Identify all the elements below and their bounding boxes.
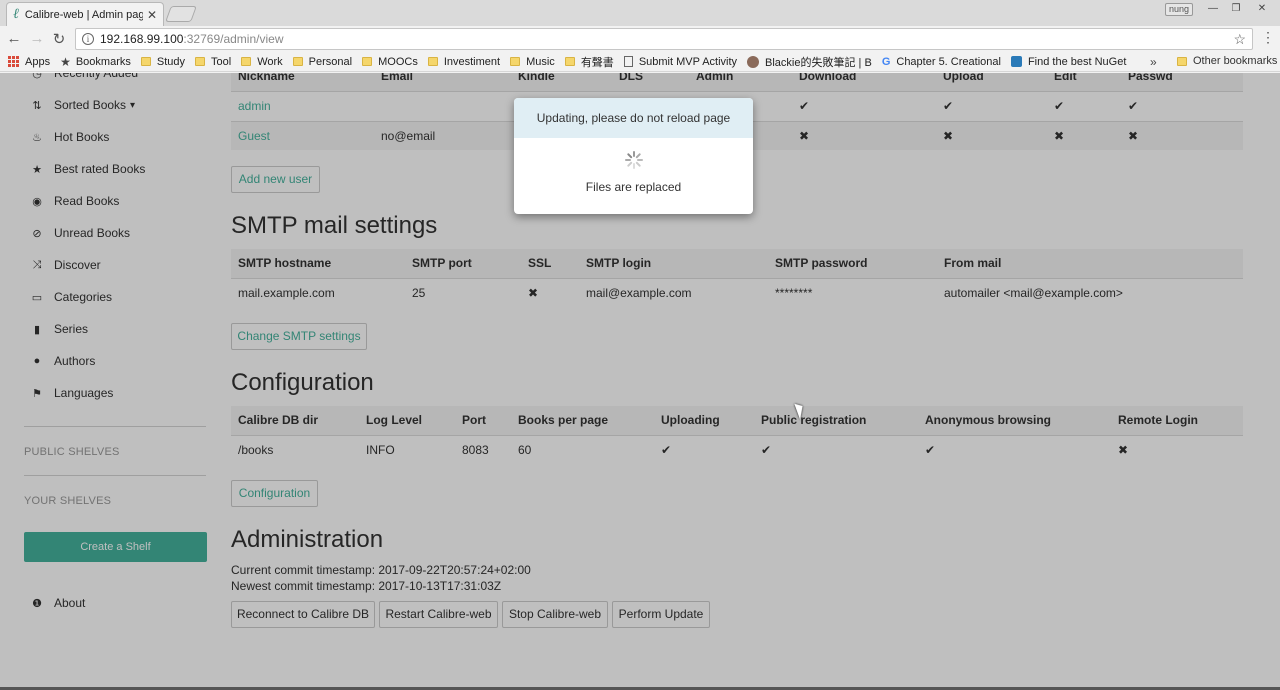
modal-header: Updating, please do not reload page — [514, 98, 753, 138]
bookmark-item[interactable]: Apps — [8, 56, 50, 68]
bookmark-item[interactable]: Work — [241, 55, 283, 68]
bookmark-item[interactable]: Music — [510, 56, 555, 68]
reload-icon[interactable]: ↻ — [51, 30, 67, 48]
document-icon — [623, 56, 633, 67]
bookmark-label: Chapter 5. Creational — [896, 55, 1001, 68]
bookmark-label: 有聲書 — [580, 56, 614, 69]
browser-menu-icon[interactable]: ⋮ — [1261, 29, 1275, 46]
new-tab-button[interactable] — [165, 6, 197, 22]
address-bar[interactable]: i 192.168.99.100:32769/admin/view ☆ — [75, 28, 1253, 50]
other-bookmarks-label: Other bookmarks — [1193, 55, 1278, 67]
url-path: :32769/admin/view — [183, 32, 284, 46]
other-bookmarks[interactable]: Other bookmarks — [1177, 55, 1277, 67]
folder-icon — [427, 57, 438, 66]
bookmark-item[interactable]: Tool — [195, 56, 231, 68]
bookmark-label: Bookmarks — [75, 55, 131, 68]
bookmarks-bar: Apps ★ Bookmarks Study Tool Work Personal MOOCs… — [0, 52, 1280, 72]
nuget-icon — [1010, 56, 1022, 67]
folder-icon — [195, 57, 206, 66]
bookmark-star-icon[interactable]: ☆ — [1233, 31, 1246, 48]
bookmark-item[interactable]: Find the best NuGet — [1010, 55, 1127, 68]
bookmark-item[interactable]: Investiment — [427, 55, 501, 68]
bookmark-label: Music — [526, 55, 555, 68]
folder-icon — [241, 57, 252, 66]
page-content: PUBLIC SHELVES YOUR SHELVES Create a She… — [0, 73, 1280, 690]
bookmark-label: Find the best NuGet — [1027, 55, 1127, 68]
apps-grid-icon — [8, 56, 19, 67]
update-modal: Updating, please do not reload page File… — [514, 98, 753, 214]
forward-arrow-icon[interactable]: → — [29, 30, 45, 47]
url-host: 192.168.99.100 — [100, 32, 184, 46]
bookmark-item[interactable]: Study — [140, 55, 186, 68]
bookmark-label: Personal — [308, 55, 353, 68]
site-info-icon[interactable]: i — [82, 33, 94, 45]
google-icon: G — [881, 55, 891, 68]
minimize-icon[interactable]: — — [1203, 2, 1223, 16]
bookmark-label: Submit MVP Activity — [638, 55, 738, 68]
folder-icon — [140, 57, 151, 66]
browser-toolbar: ← → ↻ i 192.168.99.100:32769/admin/view … — [0, 26, 1280, 52]
folder-icon — [292, 57, 303, 66]
tab-title: Calibre-web | Admin page — [24, 8, 143, 21]
browser-tab[interactable]: ℓ Calibre-web | Admin page ✕ — [6, 2, 164, 26]
bookmark-item[interactable]: ★ Bookmarks — [60, 55, 131, 69]
tab-close-icon[interactable]: ✕ — [147, 8, 157, 22]
back-arrow-icon[interactable]: ← — [6, 30, 22, 47]
folder-icon — [564, 57, 575, 66]
bookmark-item[interactable]: Submit MVP Activity — [623, 55, 738, 68]
maximize-icon[interactable]: ❐ — [1226, 2, 1246, 16]
modal-message: Files are replaced — [585, 180, 682, 194]
bookmark-label: Work — [257, 55, 283, 68]
bookmark-label: Tool — [211, 55, 232, 68]
folder-icon — [362, 57, 373, 66]
bookmark-label: MOOCs — [378, 55, 418, 68]
bookmark-item[interactable]: Blackie的失敗筆記 | B — [747, 54, 872, 70]
loading-spinner-icon — [625, 151, 643, 169]
calibre-favicon-icon: ℓ — [13, 6, 19, 22]
bookmark-item[interactable]: MOOCs — [362, 56, 418, 68]
browser-titlebar: ℓ Calibre-web | Admin page ✕ nung — ❐ ✕ — [0, 0, 1280, 26]
bookmark-label: Investiment — [443, 55, 501, 68]
close-window-icon[interactable]: ✕ — [1252, 2, 1272, 16]
folder-icon — [1177, 56, 1187, 66]
bookmark-item[interactable]: Personal — [292, 55, 353, 68]
bookmark-label: Apps — [25, 55, 51, 68]
more-bookmarks-icon[interactable]: » — [1150, 55, 1157, 69]
avatar-icon — [747, 55, 760, 68]
profile-badge[interactable]: nung — [1165, 3, 1193, 16]
bookmark-item[interactable]: 有聲書 — [564, 54, 614, 70]
bookmark-item[interactable]: G Chapter 5. Creational — [882, 56, 1001, 68]
folder-icon — [510, 57, 521, 66]
bookmark-label: Blackie的失敗筆記 | B — [765, 56, 872, 69]
star-icon: ★ — [60, 54, 71, 69]
bookmark-label: Study — [156, 55, 186, 68]
